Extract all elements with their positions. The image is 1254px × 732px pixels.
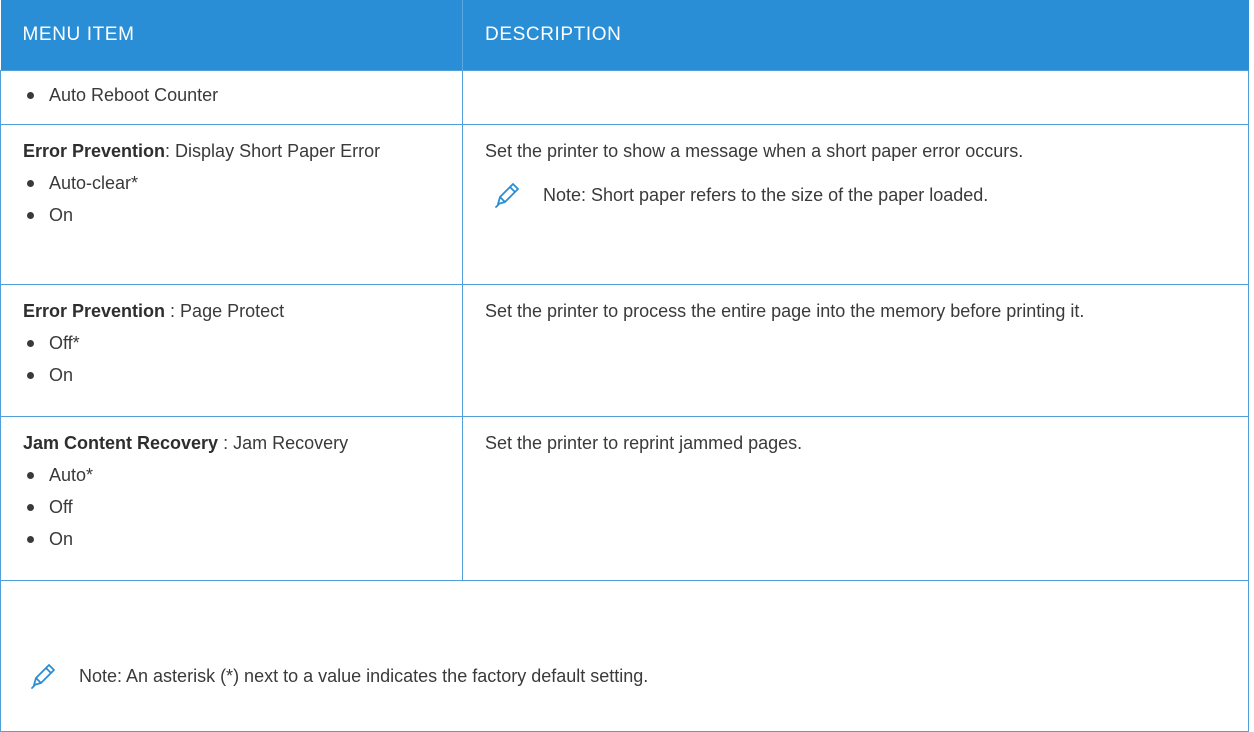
footer-note: Note: An asterisk (*) next to a value in… (23, 660, 1232, 692)
list-item: Auto-clear* (23, 167, 446, 199)
menu-item-title: Error Prevention: Display Short Paper Er… (23, 135, 446, 167)
menu-item-title-rest: : Jam Recovery (218, 433, 349, 453)
description-cell: Set the printer to reprint jammed pages. (462, 416, 1249, 581)
menu-item-title-rest: : Page Protect (165, 301, 285, 321)
menu-item-cell: Error Prevention: Display Short Paper Er… (0, 124, 463, 285)
list-item: On (23, 359, 446, 391)
header-menu-item: MENU ITEM (0, 0, 463, 71)
menu-item-title: Jam Content Recovery : Jam Recovery (23, 427, 446, 459)
table-row: Auto Reboot Counter (0, 70, 1249, 125)
description-text: Set the printer to process the entire pa… (485, 301, 1085, 321)
menu-item-title: Error Prevention : Page Protect (23, 295, 446, 327)
description-cell: Set the printer to process the entire pa… (462, 284, 1249, 417)
pencil-icon (495, 183, 519, 208)
footer-note-cell: Note: An asterisk (*) next to a value in… (0, 580, 1249, 732)
list-item: Off* (23, 327, 446, 359)
pencil-icon (31, 664, 55, 689)
table-header-row: MENU ITEM DESCRIPTION (0, 0, 1249, 71)
menu-settings-table: MENU ITEM DESCRIPTION Auto Reboot Counte… (0, 0, 1249, 732)
table-row: Error Prevention : Page Protect Off* On … (0, 284, 1249, 417)
menu-item-cell: Jam Content Recovery : Jam Recovery Auto… (0, 416, 463, 581)
option-list: Auto Reboot Counter (23, 79, 446, 111)
list-item: Auto Reboot Counter (23, 79, 446, 111)
menu-item-title-bold: Error Prevention (23, 301, 166, 321)
header-description: DESCRIPTION (462, 0, 1249, 71)
description-text: Set the printer to reprint jammed pages. (485, 433, 803, 453)
list-item: Off (23, 491, 446, 523)
list-item: On (23, 523, 446, 555)
note-text: Note: Short paper refers to the size of … (543, 185, 989, 205)
footer-note-text: Note: An asterisk (*) next to a value in… (79, 666, 649, 686)
description-text: Set the printer to show a message when a… (485, 141, 1024, 161)
list-item: Auto* (23, 459, 446, 491)
menu-item-cell: Error Prevention : Page Protect Off* On (0, 284, 463, 417)
description-cell: Set the printer to show a message when a… (462, 124, 1249, 285)
footer-row: Note: An asterisk (*) next to a value in… (0, 580, 1249, 732)
menu-item-cell: Auto Reboot Counter (0, 70, 463, 125)
table-row: Jam Content Recovery : Jam Recovery Auto… (0, 416, 1249, 581)
option-list: Off* On (23, 327, 446, 391)
option-list: Auto-clear* On (23, 167, 446, 231)
list-item: On (23, 199, 446, 231)
menu-item-title-rest: : Display Short Paper Error (165, 141, 381, 161)
note: Note: Short paper refers to the size of … (485, 179, 1232, 211)
option-list: Auto* Off On (23, 459, 446, 555)
menu-item-title-bold: Jam Content Recovery (23, 433, 219, 453)
table-row: Error Prevention: Display Short Paper Er… (0, 124, 1249, 285)
description-cell (462, 70, 1249, 125)
menu-item-title-bold: Error Prevention (23, 141, 166, 161)
